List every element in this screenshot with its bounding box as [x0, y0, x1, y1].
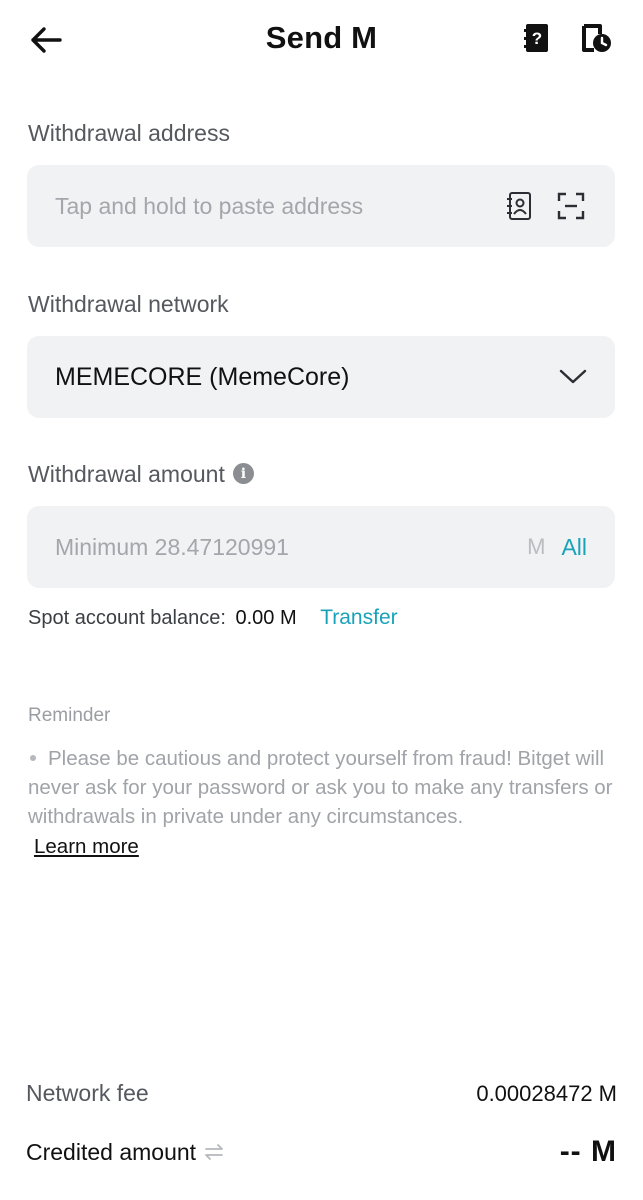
credited-amount-value: -- M: [559, 1135, 617, 1168]
spot-balance-row: Spot account balance: 0.00 M Transfer: [28, 606, 398, 630]
withdrawal-amount-text: Withdrawal amount: [28, 461, 225, 487]
withdrawal-amount-label: Withdrawal amount i: [28, 461, 254, 488]
help-button[interactable]: ?: [520, 21, 554, 55]
withdrawal-network-label: Withdrawal network: [28, 291, 229, 317]
bullet-dot: [30, 754, 36, 761]
reminder-title: Reminder: [28, 705, 111, 726]
address-input[interactable]: Tap and hold to paste address: [27, 165, 615, 247]
network-fee-value: 0.00028472 M: [476, 1080, 617, 1106]
reminder-block: Please be cautious and protect yourself …: [28, 744, 618, 861]
withdrawal-address-label: Withdrawal address: [28, 120, 230, 146]
scan-button[interactable]: [555, 190, 587, 222]
info-icon[interactable]: i: [232, 463, 254, 485]
credited-amount-row: Credited amount -- M: [26, 1135, 617, 1169]
reminder-text: Please be cautious and protect yourself …: [28, 747, 613, 828]
address-placeholder: Tap and hold to paste address: [55, 192, 364, 219]
all-button[interactable]: All: [561, 534, 587, 561]
address-book-button[interactable]: [503, 190, 535, 222]
history-clock-icon: [582, 24, 611, 52]
credited-amount-label-wrap: Credited amount: [26, 1139, 224, 1166]
network-selected-value: MEMECORE (MemeCore): [55, 362, 350, 391]
spot-balance-label: Spot account balance:: [28, 607, 226, 629]
amount-unit: M: [527, 534, 546, 559]
amount-placeholder: Minimum 28.47120991: [55, 533, 289, 560]
transfer-link[interactable]: Transfer: [320, 606, 397, 629]
spot-balance-value: 0.00 M: [235, 607, 297, 629]
network-fee-row: Network fee 0.00028472 M: [26, 1080, 617, 1107]
network-select[interactable]: MEMECORE (MemeCore): [27, 336, 615, 418]
amount-input[interactable]: Minimum 28.47120991 M All: [27, 506, 615, 588]
svg-text:?: ?: [532, 29, 542, 48]
top-bar: Send M ?: [0, 0, 643, 80]
credited-amount-label: Credited amount: [26, 1138, 197, 1165]
address-book-icon: [507, 192, 531, 220]
history-button[interactable]: [580, 21, 614, 55]
swap-arrows-icon[interactable]: [204, 1144, 224, 1160]
help-book-icon: ?: [524, 24, 548, 52]
scan-qr-icon: [557, 192, 585, 220]
learn-more-link[interactable]: Learn more: [34, 832, 139, 861]
chevron-down-icon: [559, 369, 587, 384]
network-fee-label: Network fee: [26, 1080, 149, 1106]
